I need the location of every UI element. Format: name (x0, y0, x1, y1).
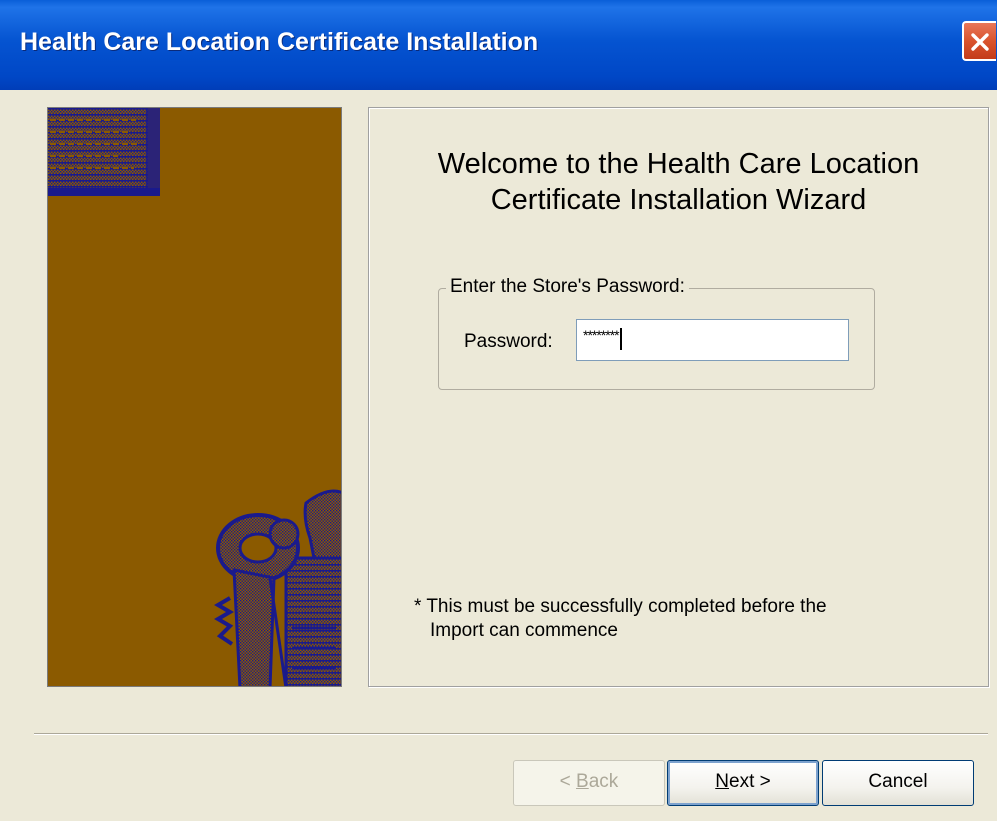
requirement-note: * This must be successfully completed be… (414, 595, 914, 643)
cancel-button[interactable]: Cancel (822, 760, 974, 806)
back-button[interactable]: < Back (513, 760, 665, 806)
side-illustration (48, 108, 341, 686)
password-masked-value: ******** (583, 327, 620, 344)
next-rest: ext > (729, 771, 771, 792)
note-line-1: * This must be successfully completed be… (414, 596, 827, 617)
wizard-window: Health Care Location Certificate Install… (0, 0, 997, 821)
welcome-heading: Welcome to the Health Care Location Cert… (368, 146, 989, 218)
title-bar[interactable]: Health Care Location Certificate Install… (0, 0, 997, 90)
wizard-side-image (47, 107, 342, 687)
back-prefix: < (559, 771, 577, 792)
window-title: Health Care Location Certificate Install… (20, 28, 539, 56)
note-line-2: Import can commence (430, 620, 618, 641)
next-mnemonic: N (715, 771, 729, 792)
password-field[interactable]: ******** (576, 319, 849, 361)
password-label: Password: (464, 331, 553, 352)
welcome-line-1: Welcome to the Health Care Location (437, 148, 920, 180)
close-button[interactable] (962, 21, 996, 61)
close-icon (971, 33, 989, 51)
keys-illustration (214, 489, 341, 686)
button-separator (34, 733, 988, 735)
back-mnemonic: B (576, 771, 589, 792)
back-rest: ack (588, 771, 619, 792)
password-group-legend: Enter the Store's Password: (446, 276, 689, 298)
next-button[interactable]: Next > (667, 760, 819, 806)
document-illustration (48, 108, 160, 196)
welcome-line-2: Certificate Installation Wizard (490, 184, 867, 216)
text-caret (619, 328, 622, 351)
